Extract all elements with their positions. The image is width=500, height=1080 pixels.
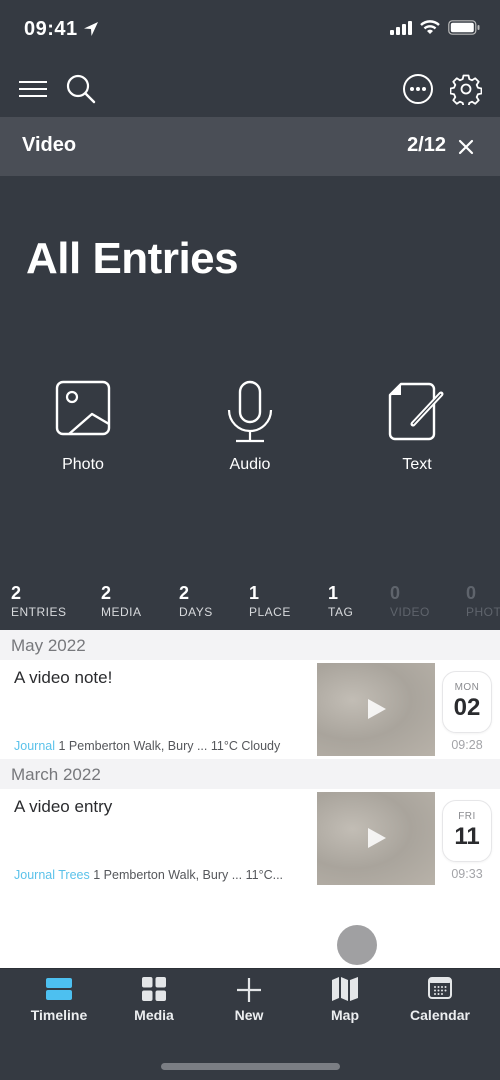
entry-location-weather: 1 Pemberton Walk, Bury ... 11°C Cloudy bbox=[58, 739, 281, 753]
tab-label: Calendar bbox=[410, 1007, 470, 1023]
status-time: 09:41 bbox=[24, 18, 78, 40]
hamburger-icon bbox=[19, 81, 47, 97]
quick-action-text[interactable]: Text bbox=[357, 380, 477, 474]
tab-map[interactable]: Map bbox=[300, 977, 390, 1023]
tab-new[interactable]: New bbox=[204, 977, 294, 1023]
entry-time: 09:28 bbox=[451, 738, 483, 752]
quick-action-label: Text bbox=[402, 456, 432, 473]
stats-row: 2 ENTRIES 2 MEDIA 2 DAYS 1 PLACE 1 TAG 0 VIDEO… bbox=[0, 583, 500, 630]
video-thumbnail[interactable] bbox=[317, 663, 435, 756]
entry-tag[interactable]: Trees bbox=[58, 868, 90, 882]
stat-label: VIDEO bbox=[390, 605, 430, 619]
entry-list[interactable]: May 2022 A video note! Journal 1 Pembert… bbox=[0, 630, 500, 968]
calendar-icon bbox=[428, 977, 452, 999]
stat-photo[interactable]: 0 PHOT bbox=[466, 583, 500, 619]
filter-label: Video bbox=[22, 134, 77, 156]
filter-bar: Video 2/12 bbox=[0, 117, 500, 176]
section-header: May 2022 bbox=[0, 630, 500, 660]
stat-value: 2 bbox=[101, 583, 112, 603]
settings-button[interactable] bbox=[449, 72, 483, 106]
status-bar: 09:41 bbox=[0, 0, 500, 60]
section-header: March 2022 bbox=[0, 759, 500, 789]
tab-label: Timeline bbox=[30, 1007, 88, 1023]
entry-title: A video note! bbox=[14, 668, 113, 687]
location-arrow-icon bbox=[84, 22, 98, 36]
quick-action-label: Photo bbox=[62, 456, 104, 473]
tab-label: New bbox=[234, 1007, 264, 1023]
stat-video[interactable]: 0 VIDEO bbox=[390, 583, 430, 619]
tab-media[interactable]: Media bbox=[109, 977, 199, 1023]
stat-entries[interactable]: 2 ENTRIES bbox=[11, 583, 67, 619]
photo-icon bbox=[55, 380, 111, 436]
tab-calendar[interactable]: Calendar bbox=[395, 977, 485, 1023]
entry-location-weather: 1 Pemberton Walk, Bury ... 11°C... bbox=[93, 868, 284, 882]
stat-label: MEDIA bbox=[101, 605, 142, 619]
stat-days[interactable]: 2 DAYS bbox=[179, 583, 213, 619]
search-button[interactable] bbox=[64, 72, 98, 106]
entry-weekday: FRI bbox=[458, 811, 476, 822]
entry-weekday: MON bbox=[454, 682, 480, 693]
search-icon bbox=[66, 74, 96, 104]
home-indicator[interactable] bbox=[161, 1063, 340, 1070]
plus-icon bbox=[237, 978, 261, 1002]
play-icon bbox=[368, 828, 386, 848]
close-filter-button[interactable] bbox=[452, 133, 480, 161]
touch-indicator bbox=[337, 925, 377, 965]
stat-label: PLACE bbox=[249, 605, 291, 619]
stat-value: 1 bbox=[249, 583, 260, 603]
ellipsis-circle-icon bbox=[403, 74, 433, 104]
stat-value: 2 bbox=[179, 583, 190, 603]
text-edit-icon bbox=[388, 382, 444, 441]
gear-icon bbox=[450, 74, 482, 105]
entry-row[interactable]: A video entry Journal Trees 1 Pemberton … bbox=[0, 789, 500, 887]
close-icon bbox=[458, 139, 474, 155]
battery-icon bbox=[448, 20, 480, 35]
wifi-icon bbox=[420, 20, 440, 34]
timeline-icon bbox=[46, 978, 72, 1000]
stat-place[interactable]: 1 PLACE bbox=[249, 583, 291, 619]
tab-label: Map bbox=[331, 1007, 359, 1023]
entry-day: 02 bbox=[453, 694, 481, 721]
quick-action-label: Audio bbox=[229, 456, 271, 473]
stat-label: PHOT bbox=[466, 605, 500, 619]
stat-value: 1 bbox=[328, 583, 339, 603]
play-icon bbox=[368, 699, 386, 719]
entry-time: 09:33 bbox=[451, 867, 483, 881]
stat-label: TAG bbox=[328, 605, 354, 619]
signal-icon bbox=[390, 20, 412, 35]
stat-label: ENTRIES bbox=[11, 605, 67, 619]
stat-media[interactable]: 2 MEDIA bbox=[101, 583, 142, 619]
video-thumbnail[interactable] bbox=[317, 792, 435, 885]
stat-value: 0 bbox=[466, 583, 477, 603]
quick-action-photo[interactable]: Photo bbox=[23, 380, 143, 474]
stat-value: 0 bbox=[390, 583, 401, 603]
stat-tag[interactable]: 1 TAG bbox=[328, 583, 353, 619]
page-title: All Entries bbox=[26, 234, 239, 283]
entry-tag[interactable]: Journal bbox=[14, 739, 55, 753]
more-button[interactable] bbox=[401, 72, 435, 106]
top-toolbar bbox=[0, 60, 500, 117]
entry-day: 11 bbox=[454, 823, 480, 850]
entry-meta: Journal 1 Pemberton Walk, Bury ... 11°C … bbox=[14, 739, 280, 753]
map-icon bbox=[332, 977, 358, 1001]
grid-icon bbox=[142, 977, 166, 1001]
entry-row[interactable]: A video note! Journal 1 Pemberton Walk, … bbox=[0, 660, 500, 758]
date-badge: MON 02 bbox=[442, 671, 492, 733]
quick-action-audio[interactable]: Audio bbox=[190, 380, 310, 474]
tab-timeline[interactable]: Timeline bbox=[14, 977, 104, 1023]
entry-tag[interactable]: Journal bbox=[14, 868, 55, 882]
tab-label: Media bbox=[134, 1007, 174, 1023]
microphone-icon bbox=[227, 380, 273, 443]
menu-button[interactable] bbox=[16, 72, 50, 106]
stat-value: 2 bbox=[11, 583, 22, 603]
date-badge: FRI 11 bbox=[442, 800, 492, 862]
entry-meta: Journal Trees 1 Pemberton Walk, Bury ...… bbox=[14, 868, 283, 882]
filter-count: 2/12 bbox=[407, 134, 446, 156]
entry-title: A video entry bbox=[14, 797, 113, 816]
stat-label: DAYS bbox=[179, 605, 213, 619]
